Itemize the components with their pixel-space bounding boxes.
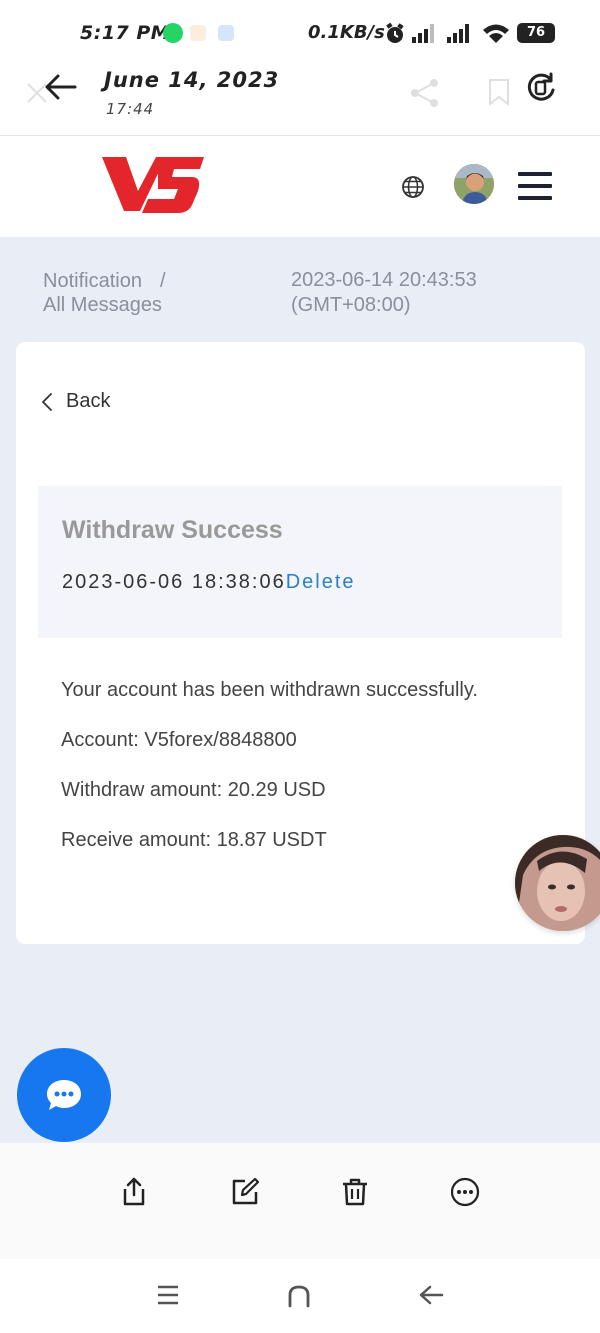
message-line: Your account has been withdrawn successf… bbox=[61, 679, 478, 701]
breadcrumb-parent[interactable]: Notification bbox=[43, 270, 142, 292]
message-line: Withdraw amount: 20.29 USD bbox=[61, 779, 326, 801]
share-icon[interactable] bbox=[118, 1176, 150, 1208]
brand-logo[interactable]: V5 bbox=[100, 155, 206, 215]
screenshot-time: 17:44 bbox=[106, 100, 155, 118]
delete-button[interactable]: Delete bbox=[286, 571, 356, 593]
status-icons bbox=[386, 22, 509, 43]
screenshot-date: June 14, 2023 bbox=[104, 68, 280, 92]
message-timestamp: 2023-06-14 20:43:53 (GMT+08:00) bbox=[291, 268, 477, 318]
network-speed: 0.1KB/s bbox=[308, 22, 385, 43]
avatar[interactable] bbox=[454, 164, 494, 204]
wifi-icon bbox=[483, 24, 509, 43]
back-button[interactable]: Back bbox=[42, 390, 110, 413]
message-meta: 2023-06-06 18:38:06Delete bbox=[62, 571, 356, 594]
timestamp-datetime: 2023-06-14 20:43:53 bbox=[291, 269, 477, 291]
breadcrumb: Notification / All Messages bbox=[43, 269, 166, 317]
message-body: Your account has been withdrawn successf… bbox=[61, 678, 478, 878]
edit-icon[interactable] bbox=[229, 1176, 261, 1208]
chevron-left-icon bbox=[42, 392, 52, 411]
bookmark-icon bbox=[489, 79, 509, 106]
trash-icon[interactable] bbox=[339, 1176, 371, 1208]
floating-video-bubble[interactable] bbox=[515, 835, 600, 931]
avatar-image bbox=[454, 164, 494, 204]
message-line: Account: V5forex/8848800 bbox=[61, 729, 297, 751]
signal-icon bbox=[447, 24, 469, 43]
home-icon[interactable] bbox=[287, 1284, 311, 1308]
message-date: 2023-06-06 18:38:06 bbox=[62, 571, 286, 593]
site-navbar: V5 bbox=[0, 137, 600, 237]
back-label: Back bbox=[66, 390, 111, 412]
signal-icon bbox=[412, 24, 434, 43]
menu-icon[interactable] bbox=[518, 172, 552, 204]
notification-icon bbox=[218, 25, 234, 41]
main-content: Notification / All Messages 2023-06-14 20… bbox=[0, 237, 600, 1143]
back-icon[interactable] bbox=[418, 1284, 444, 1306]
breadcrumb-separator: / bbox=[159, 270, 166, 292]
globe-icon[interactable] bbox=[401, 175, 425, 199]
rotate-icon[interactable] bbox=[526, 71, 556, 105]
android-nav-bar bbox=[0, 1259, 600, 1333]
message-header: Withdraw Success 2023-06-06 18:38:06Dele… bbox=[38, 486, 562, 638]
battery-icon: 76 bbox=[517, 23, 555, 43]
chat-bubble-icon bbox=[47, 1080, 81, 1110]
message-card: Back Withdraw Success 2023-06-06 18:38:0… bbox=[16, 342, 585, 944]
whatsapp-icon bbox=[163, 23, 183, 43]
recents-icon[interactable] bbox=[157, 1284, 179, 1306]
more-icon[interactable] bbox=[449, 1176, 481, 1208]
timestamp-timezone: (GMT+08:00) bbox=[291, 294, 411, 316]
alarm-icon bbox=[386, 22, 404, 43]
message-title: Withdraw Success bbox=[62, 516, 283, 544]
breadcrumb-current: All Messages bbox=[43, 294, 162, 316]
back-arrow-icon[interactable] bbox=[44, 70, 78, 104]
browser-header: June 14, 2023 17:44 bbox=[0, 56, 600, 136]
notification-icon bbox=[190, 25, 206, 41]
message-line: Receive amount: 18.87 USDT bbox=[61, 829, 327, 851]
bottom-toolbar bbox=[0, 1143, 600, 1259]
chat-button[interactable] bbox=[17, 1048, 111, 1142]
video-thumbnail bbox=[515, 835, 600, 931]
status-time: 5:17 PM bbox=[80, 22, 171, 44]
share-icon bbox=[411, 79, 438, 107]
